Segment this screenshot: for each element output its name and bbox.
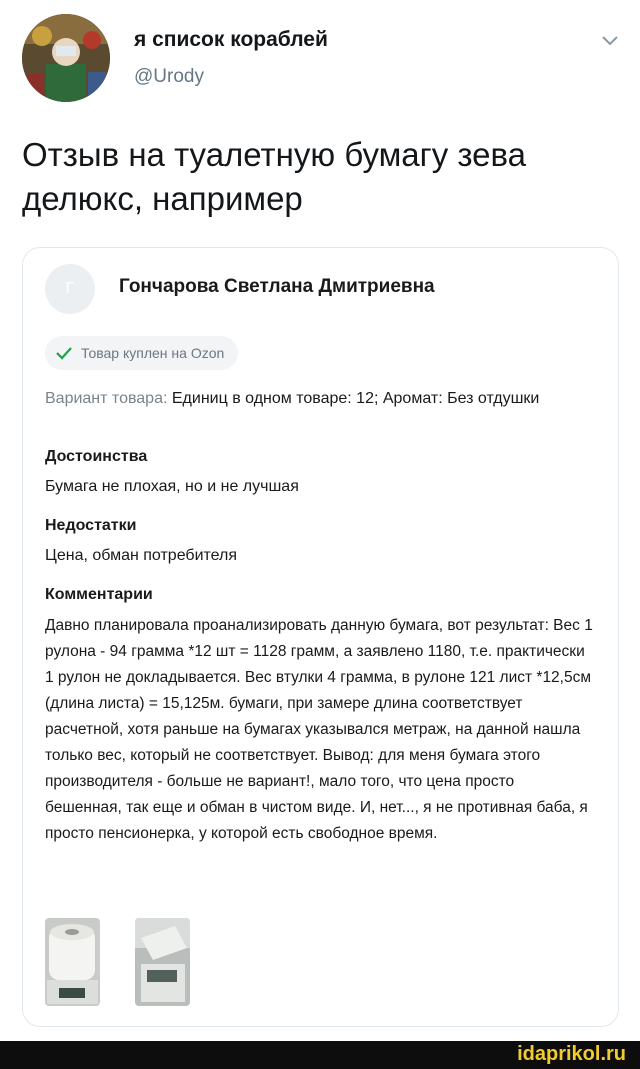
tweet-text: Отзыв на туалетную бумагу зева делюкс, н… bbox=[22, 136, 526, 217]
cons-text: Цена, обман потребителя bbox=[45, 547, 238, 564]
chevron-down-icon[interactable] bbox=[598, 32, 622, 48]
author-name[interactable]: я список кораблей bbox=[134, 28, 328, 52]
avatar-photo-icon bbox=[22, 14, 110, 102]
cons-title: Недостатки bbox=[45, 517, 137, 534]
reviewer-name: Гончарова Светлана Дмитриевна bbox=[119, 276, 435, 297]
variant-value: Единиц в одном товаре: 12; Аромат: Без о… bbox=[171, 390, 540, 407]
watermark-text: idaprikol.ru bbox=[517, 1043, 626, 1065]
check-icon bbox=[56, 347, 72, 360]
review-photo-2[interactable] bbox=[135, 918, 190, 1006]
review-photo-1[interactable] bbox=[45, 918, 100, 1006]
reviewer-avatar: Г bbox=[45, 264, 95, 314]
comment-title: Комментарии bbox=[45, 586, 153, 603]
purchase-badge: Товар куплен на Ozon bbox=[45, 336, 239, 370]
author-handle[interactable]: @Urody bbox=[134, 66, 204, 88]
toilet-roll-photo-icon bbox=[45, 918, 100, 1006]
product-variant: Вариант товара: Единиц в одном товаре: 1… bbox=[45, 386, 595, 411]
pros-title: Достоинства bbox=[45, 448, 148, 465]
pros-text: Бумага не плохая, но и не лучшая bbox=[45, 478, 299, 495]
author-avatar[interactable] bbox=[22, 14, 110, 102]
purchase-badge-label: Товар куплен на Ozon bbox=[81, 345, 225, 361]
comment-text: Давно планировала проанализировать данну… bbox=[45, 617, 593, 842]
variant-label: Вариант товара: bbox=[45, 390, 168, 407]
review-card: Г Гончарова Светлана Дмитриевна Товар ку… bbox=[22, 247, 619, 1027]
scale-photo-icon bbox=[135, 918, 190, 1006]
watermark-bar: idaprikol.ru bbox=[0, 1041, 640, 1069]
